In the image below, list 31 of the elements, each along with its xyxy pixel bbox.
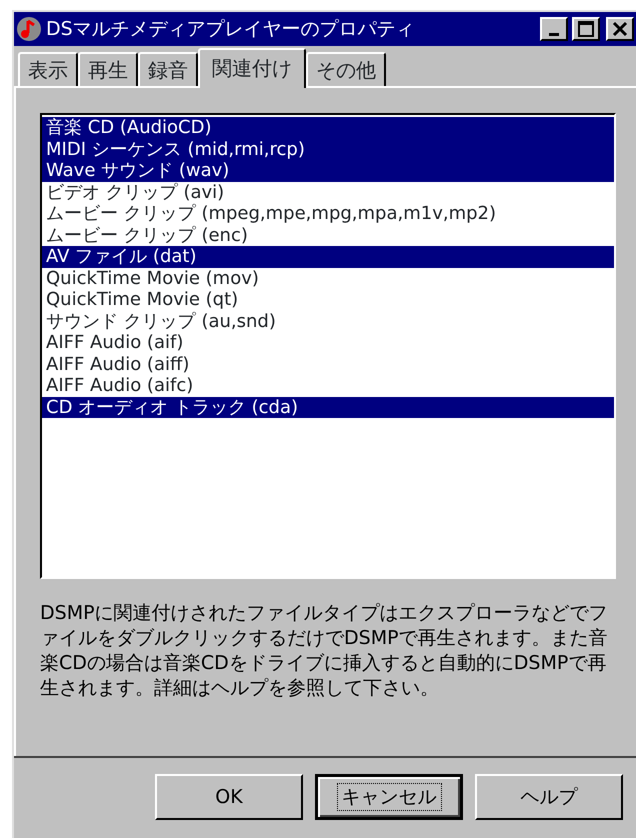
list-item[interactable]: QuickTime Movie (mov) bbox=[42, 268, 614, 289]
tab[interactable]: 関連付け bbox=[198, 48, 306, 88]
close-button[interactable] bbox=[606, 17, 634, 41]
window-title: DSマルチメディアプレイヤーのプロパティ bbox=[46, 16, 416, 42]
list-item[interactable]: MIDI シーケンス (mid,rmi,rcp) bbox=[42, 138, 614, 160]
dialog-button[interactable]: OK bbox=[155, 774, 303, 820]
maximize-icon bbox=[578, 21, 594, 37]
list-item[interactable]: Wave サウンド (wav) bbox=[42, 160, 614, 182]
list-item[interactable]: ビデオ クリップ (avi) bbox=[42, 182, 614, 203]
dialog-button[interactable]: キャンセル bbox=[315, 774, 463, 820]
list-item[interactable]: QuickTime Movie (qt) bbox=[42, 289, 614, 310]
list-item[interactable]: CD オーディオ トラック (cda) bbox=[42, 396, 614, 418]
maximize-button[interactable] bbox=[572, 17, 600, 41]
list-item[interactable]: ムービー クリップ (enc) bbox=[42, 224, 614, 246]
app-icon bbox=[16, 16, 42, 42]
minimize-button[interactable] bbox=[540, 17, 568, 41]
close-icon bbox=[612, 21, 628, 37]
description-text: DSMPに関連付けされたファイルタイプはエクスプローラなどでファイルをダブルクリックするだけでDSMPで再生されます。また音楽CDの場合は音楽CDをドライブに挿入すると自動的にDSMPで再生されます。詳細はヘルプを参照して下さい。 bbox=[40, 601, 609, 701]
tab[interactable]: 表示 bbox=[18, 52, 78, 86]
dialog-button[interactable]: ヘルプ bbox=[475, 774, 623, 820]
tab[interactable]: 再生 bbox=[78, 52, 138, 86]
list-item[interactable]: ムービー クリップ (mpeg,mpe,mpg,mpa,m1v,mp2) bbox=[42, 203, 614, 224]
list-item[interactable]: AV ファイル (dat) bbox=[42, 246, 614, 268]
list-item[interactable]: AIFF Audio (aifc) bbox=[42, 375, 614, 396]
minimize-icon bbox=[549, 33, 559, 36]
tab[interactable]: 録音 bbox=[138, 52, 198, 86]
list-item[interactable]: AIFF Audio (aiff) bbox=[42, 354, 614, 375]
list-item[interactable]: サウンド クリップ (au,snd) bbox=[42, 310, 614, 332]
tab[interactable]: その他 bbox=[306, 52, 386, 86]
list-item[interactable]: 音楽 CD (AudioCD) bbox=[42, 117, 614, 138]
list-item[interactable]: AIFF Audio (aif) bbox=[42, 332, 614, 354]
